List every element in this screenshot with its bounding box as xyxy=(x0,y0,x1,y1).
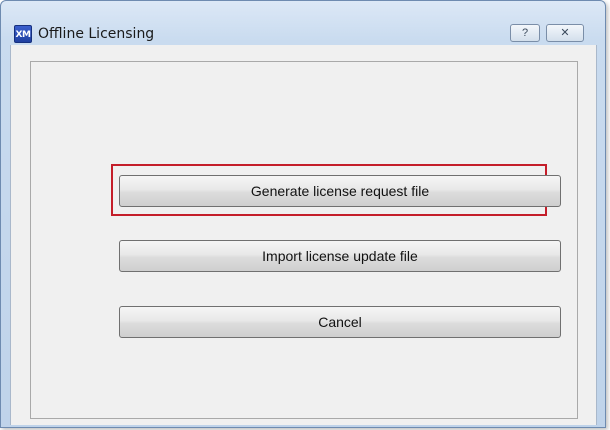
window-title: Offline Licensing xyxy=(38,26,155,42)
actions-panel: Generate license request file Import lic… xyxy=(30,61,578,419)
close-icon: ✕ xyxy=(560,27,570,39)
help-button[interactable]: ? xyxy=(510,24,540,42)
import-license-update-button[interactable]: Import license update file xyxy=(119,240,561,272)
generate-license-request-button[interactable]: Generate license request file xyxy=(119,175,561,207)
close-button[interactable]: ✕ xyxy=(546,24,584,42)
offline-licensing-dialog: XM Offline Licensing ? ✕ Generate licens… xyxy=(0,0,606,428)
help-icon: ? xyxy=(521,27,529,39)
cancel-button[interactable]: Cancel xyxy=(119,306,561,338)
xm-app-icon: XM xyxy=(14,25,32,43)
title-bar[interactable]: XM Offline Licensing ? ✕ xyxy=(1,1,605,45)
dialog-client-area: Generate license request file Import lic… xyxy=(10,45,597,425)
